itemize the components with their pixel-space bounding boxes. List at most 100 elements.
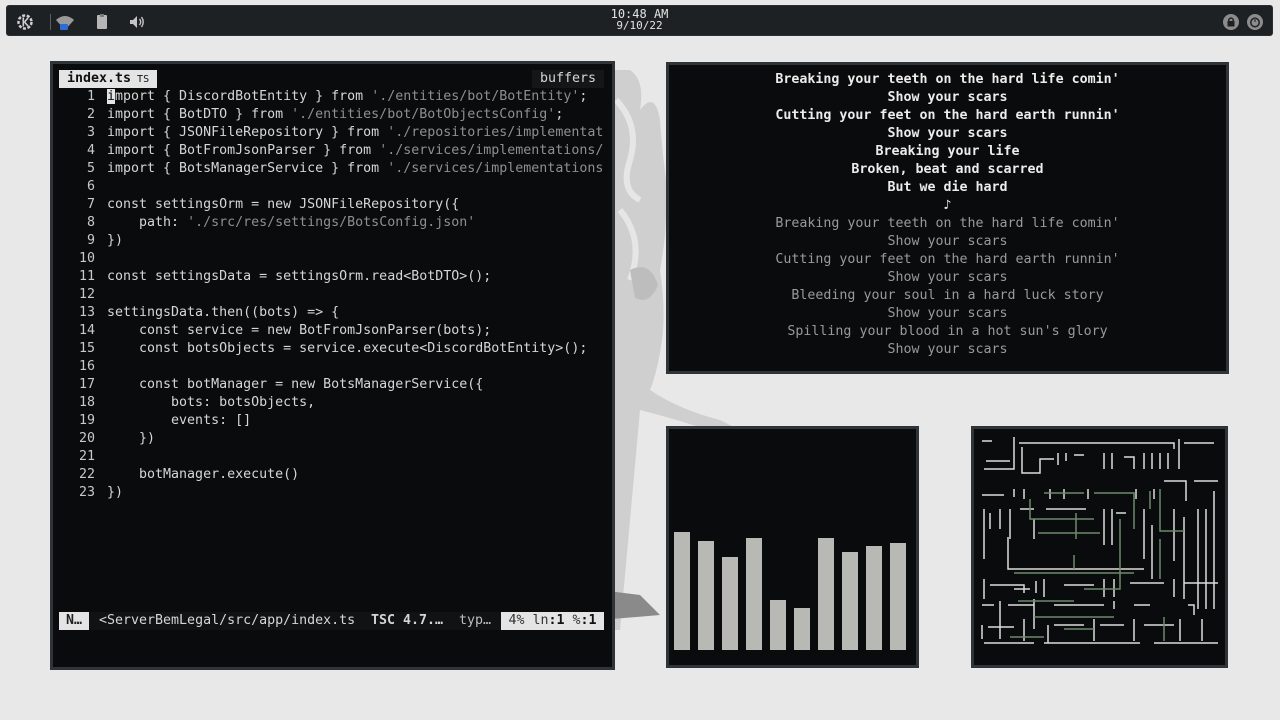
visualizer-bar xyxy=(698,541,714,650)
code-line[interactable]: 2 import { BotDTO } from './entities/bot/… xyxy=(59,106,604,124)
code-string: './services/implementations/ xyxy=(379,143,604,158)
code-line[interactable]: 23}) xyxy=(59,484,604,502)
code-line[interactable]: 21 xyxy=(59,448,604,466)
line-number: 8 xyxy=(86,215,95,230)
clock[interactable]: 10:48 AM 9/10/22 xyxy=(7,8,1272,31)
pipes-screensaver-window[interactable] xyxy=(971,426,1228,668)
visualizer-bar xyxy=(674,532,690,650)
visualizer-bar xyxy=(818,538,834,650)
code-text: import { JSONFileRepository } from xyxy=(107,125,388,140)
code-line[interactable]: 9}) xyxy=(59,232,604,250)
line-number: 23 xyxy=(78,485,95,500)
code-text: const settingsOrm = new JSONFileReposito… xyxy=(107,197,460,212)
typescript-badge: TS xyxy=(137,74,150,85)
code-text: import { BotFromJsonParser } from xyxy=(107,143,380,158)
code-area[interactable]: 1 import { DiscordBotEntity } from './ent… xyxy=(59,88,604,502)
code-text: import { DiscordBotEntity } from xyxy=(107,89,371,104)
lyric-line: Breaking your teeth on the hard life com… xyxy=(775,216,1120,231)
line-number: 20 xyxy=(78,431,95,446)
lyric-line: Show your scars xyxy=(887,270,1008,285)
code-line[interactable]: 3 import { JSONFileRepository } from './r… xyxy=(59,124,604,142)
code-text: botManager.execute() xyxy=(107,467,300,482)
lyric-line: Cutting your feet on the hard earth runn… xyxy=(775,108,1120,123)
code-line[interactable]: 4 import { BotFromJsonParser } from './se… xyxy=(59,142,604,160)
code-editor-window[interactable]: index.ts TS buffers 1 import { DiscordBotE… xyxy=(50,61,615,670)
visualizer-bar xyxy=(770,600,786,650)
code-line[interactable]: 7 const settingsOrm = new JSONFileReposit… xyxy=(59,196,604,214)
code-text: settingsData.then((bots) => { xyxy=(107,305,340,320)
code-text: import { BotsManagerService } from xyxy=(107,161,388,176)
lyric-line: ♪ xyxy=(943,198,952,213)
lyric-line: Bleeding your soul in a hard luck story xyxy=(791,288,1104,303)
column-label: % xyxy=(572,613,581,628)
code-line[interactable]: 11 const settingsData = settingsOrm.read<… xyxy=(59,268,604,286)
lyric-line: Breaking your teeth on the hard life com… xyxy=(775,72,1120,87)
lyric-line: Breaking your life xyxy=(875,144,1020,159)
code-text: path: xyxy=(107,215,188,230)
code-text: const service = new BotFromJsonParser(bo… xyxy=(107,323,492,338)
lyric-line: Show your scars xyxy=(887,90,1008,105)
tsc-version: TSC 4.7.… xyxy=(371,613,444,628)
code-line[interactable]: 1 import { DiscordBotEntity } from './ent… xyxy=(59,88,604,106)
code-line[interactable]: 17 const botManager = new BotsManagerSer… xyxy=(59,376,604,394)
code-text-rest: mport { DiscordBotEntity } from xyxy=(115,89,372,104)
line-number: 3 xyxy=(86,125,95,140)
code-line[interactable]: 20 }) xyxy=(59,430,604,448)
line-number: 18 xyxy=(78,395,95,410)
lyric-line: Show your scars xyxy=(887,342,1008,357)
buffers-label[interactable]: buffers xyxy=(531,70,604,88)
code-string: './repositories/implementat xyxy=(387,125,604,140)
power-icon[interactable] xyxy=(1245,12,1265,32)
code-line[interactable]: 15 const botsObjects = service.execute<D… xyxy=(59,340,604,358)
code-string: './entities/bot/BotEntity' xyxy=(371,89,580,104)
lyrics-window[interactable]: Breaking your teeth on the hard life com… xyxy=(666,62,1229,374)
code-line[interactable]: 19 events: [] xyxy=(59,412,604,430)
code-line[interactable]: 13 settingsData.then((bots) => { xyxy=(59,304,604,322)
code-text: ; xyxy=(579,89,588,104)
lyric-line: Cutting your feet on the hard earth runn… xyxy=(775,252,1120,267)
visualizer-bar xyxy=(794,608,810,650)
lyric-line: Show your scars xyxy=(887,126,1008,141)
line-label: ln xyxy=(532,613,549,628)
code-line[interactable]: 12 xyxy=(59,286,604,304)
code-string: './services/implementations xyxy=(387,161,604,176)
code-line[interactable]: 14 const service = new BotFromJsonParser… xyxy=(59,322,604,340)
code-line[interactable]: 8 path: './src/res/settings/BotsConfig.j… xyxy=(59,214,604,232)
code-text: }) xyxy=(107,431,156,446)
lock-icon[interactable] xyxy=(1221,12,1241,32)
code-line[interactable]: 16 xyxy=(59,358,604,376)
tab-index-ts[interactable]: index.ts TS xyxy=(59,70,158,88)
line-number: 16 xyxy=(78,359,95,374)
line-number: 15 xyxy=(78,341,95,356)
code-line[interactable]: 6 xyxy=(59,178,604,196)
top-panel: 10:48 AM 9/10/22 xyxy=(6,5,1273,36)
line-number: 6 xyxy=(86,179,95,194)
code-string: './src/res/settings/BotsConfig.json' xyxy=(187,215,476,230)
code-text: ; xyxy=(555,107,564,122)
tab-label: index.ts xyxy=(67,71,132,86)
line-number: 14 xyxy=(78,323,95,338)
visualizer-bar xyxy=(890,543,906,650)
code-line[interactable]: 22 botManager.execute() xyxy=(59,466,604,484)
lyric-line: Spilling your blood in a hot sun's glory xyxy=(787,324,1108,339)
pipes-drawing xyxy=(981,437,1218,644)
line-number: 2 xyxy=(86,107,95,122)
lyric-line: Show your scars xyxy=(887,306,1008,321)
visualizer-bar xyxy=(722,557,738,650)
line-number: 21 xyxy=(78,449,95,464)
visualizer-bar xyxy=(842,552,858,650)
visualizer-bars xyxy=(674,532,906,650)
code-line[interactable]: 18 bots: botsObjects, xyxy=(59,394,604,412)
line-number: 11 xyxy=(78,269,95,284)
audio-visualizer-window[interactable] xyxy=(666,426,919,668)
code-text: }) xyxy=(107,485,124,500)
scroll-percent: 4% xyxy=(508,613,525,628)
tab-line: index.ts TS buffers xyxy=(59,70,604,88)
code-text: import { BotDTO } from xyxy=(107,107,292,122)
code-line[interactable]: 10 xyxy=(59,250,604,268)
lyrics-list: Breaking your teeth on the hard life com… xyxy=(669,71,1226,359)
line-number: 12 xyxy=(78,287,95,302)
code-line[interactable]: 5 import { BotsManagerService } from './s… xyxy=(59,160,604,178)
line-number: 4 xyxy=(86,143,95,158)
line-number: 17 xyxy=(78,377,95,392)
